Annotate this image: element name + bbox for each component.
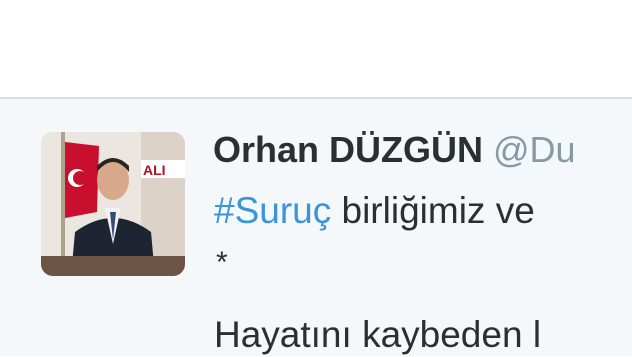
profile-photo-icon[interactable]: ALI xyxy=(41,132,185,276)
svg-text:ALI: ALI xyxy=(143,162,166,178)
author-handle[interactable]: @Du xyxy=(493,129,576,170)
tweet-text-line-1: #Suruç birliğimiz ve xyxy=(214,189,535,233)
tweet-header: Orhan DÜZGÜN @Du xyxy=(213,128,576,172)
author-name[interactable]: Orhan DÜZGÜN xyxy=(213,129,483,170)
page-top-area xyxy=(0,0,632,97)
tweet-text-line-2: * xyxy=(216,246,228,279)
hashtag-link[interactable]: #Suruç xyxy=(214,190,331,231)
tweet-text: birliğimiz ve xyxy=(331,190,535,231)
tweet-text-line-3: Hayatını kaybeden l xyxy=(214,314,542,355)
